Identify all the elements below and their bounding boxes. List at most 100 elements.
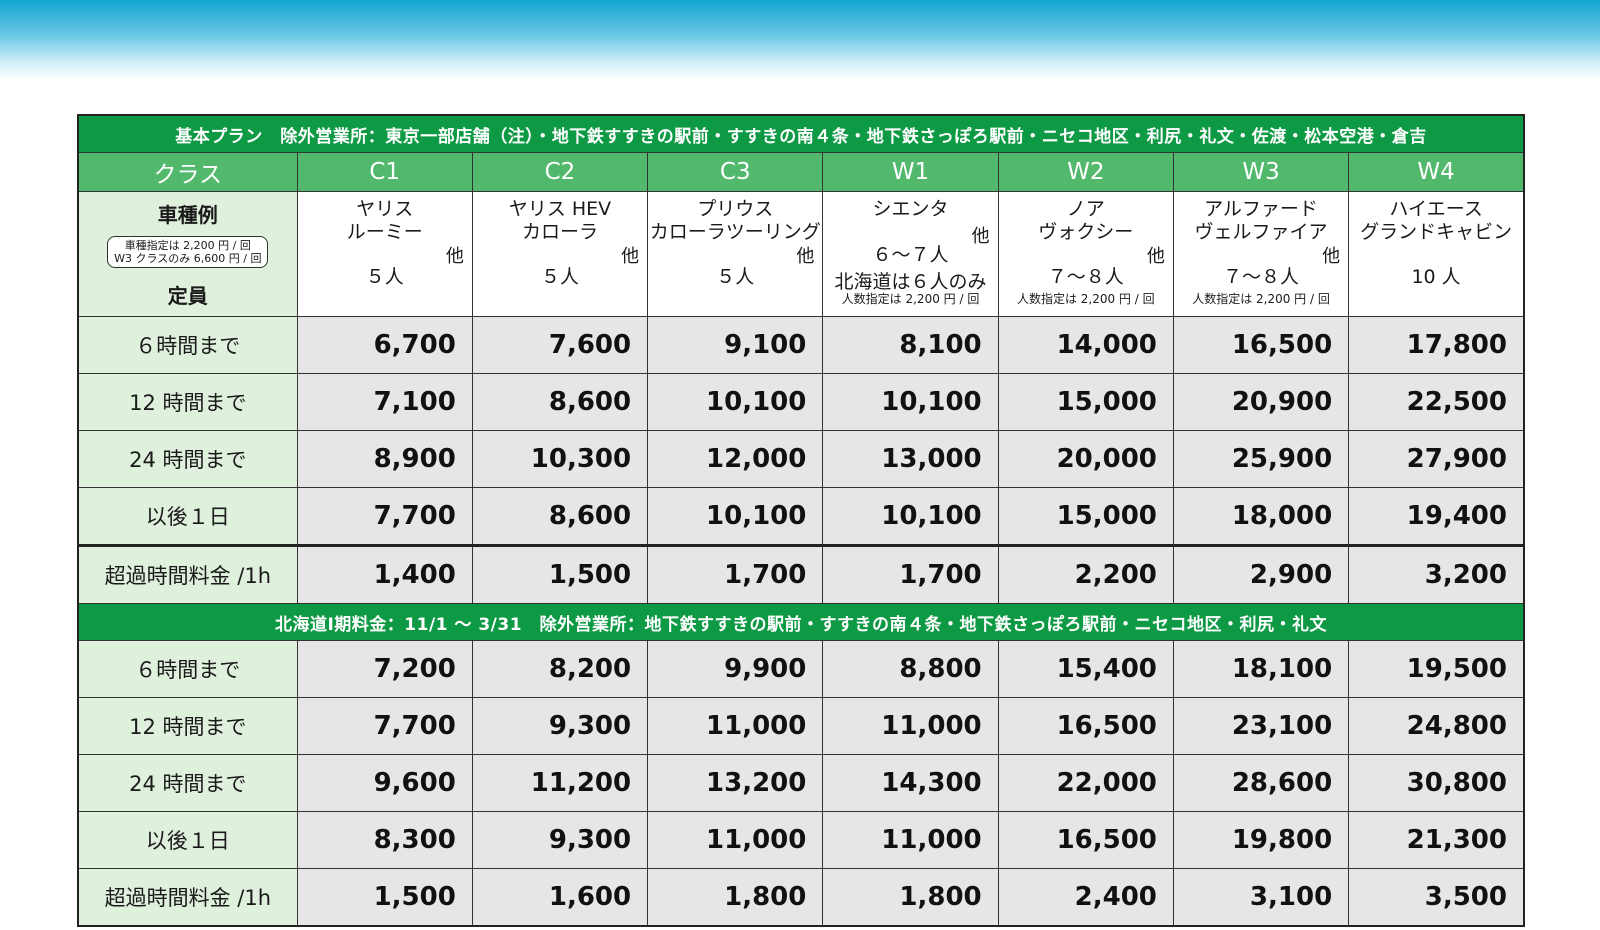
- price-cell: 18,100: [1172, 640, 1350, 698]
- price-cell: 3,100: [1172, 868, 1350, 927]
- price-cell: 1,400: [296, 544, 473, 604]
- price-cell: 11,200: [471, 754, 649, 812]
- class-w4: W4: [1348, 152, 1525, 192]
- price-cell: 9,100: [647, 316, 824, 374]
- vehicle-model: ハイエース: [1389, 198, 1483, 220]
- price-cell: 18,000: [1172, 487, 1350, 546]
- price-cell: 16,500: [1172, 316, 1350, 374]
- duration-label: 12 時間まで: [77, 697, 298, 755]
- price-cell: 14,000: [997, 316, 1174, 374]
- price-cell: 8,200: [471, 640, 649, 698]
- price-cell: 14,300: [822, 754, 999, 812]
- vehicle-capacity: ７～８人: [1223, 266, 1300, 288]
- price-cell: 7,200: [296, 640, 473, 698]
- table-row: 以後１日 7,700 8,600 10,100 10,100 15,000 18,000 19…: [77, 487, 1525, 546]
- duration-label: ６時間まで: [77, 640, 298, 698]
- table-row: 12 時間まで 7,100 8,600 10,100 10,100 15,000 20,90…: [77, 373, 1525, 431]
- price-cell: 19,800: [1172, 811, 1350, 869]
- vehicle-other-mark: 他: [1322, 246, 1341, 267]
- price-cell: 20,000: [997, 430, 1174, 488]
- price-cell: 11,000: [822, 697, 999, 755]
- price-cell: 20,900: [1172, 373, 1350, 431]
- price-cell: 8,900: [296, 430, 473, 488]
- price-cell: 15,400: [997, 640, 1174, 698]
- vehicle-model: グランドキャビン: [1360, 221, 1513, 243]
- price-cell: 21,300: [1348, 811, 1525, 869]
- duration-label: 24 時間まで: [77, 754, 298, 812]
- price-cell: 24,800: [1348, 697, 1525, 755]
- price-cell: 1,500: [296, 868, 473, 927]
- vehicle-other-mark: 他: [621, 246, 640, 267]
- price-cell: 7,600: [471, 316, 649, 374]
- table-row: ６時間まで 6,700 7,600 9,100 8,100 14,000 16,500 17,…: [77, 316, 1525, 374]
- vehicle-model: アルファード: [1204, 198, 1318, 220]
- price-cell: 7,100: [296, 373, 473, 431]
- price-cell: 11,000: [647, 811, 824, 869]
- vehicle-other-mark: 他: [1146, 246, 1165, 267]
- price-cell: 13,000: [822, 430, 999, 488]
- vehicle-cell-w3: アルファード ヴェルファイア 他 ７～８人 人数指定は 2,200 円 / 回: [1172, 191, 1350, 317]
- price-cell: 2,400: [997, 868, 1174, 927]
- capacity-designation-note: 人数指定は 2,200 円 / 回: [1016, 292, 1155, 306]
- vehicle-model: カローラ: [521, 221, 598, 243]
- vehicle-other-mark: 他: [796, 246, 815, 267]
- duration-label: 24 時間まで: [77, 430, 298, 488]
- price-cell: 11,000: [647, 697, 824, 755]
- price-cell: 23,100: [1172, 697, 1350, 755]
- duration-label: 以後１日: [77, 487, 298, 546]
- vehicle-example-row: 車種例 車種指定は 2,200 円 / 回 W3 クラスのみ 6,600 円 /…: [77, 191, 1525, 317]
- vehicle-capacity: ５人: [540, 266, 579, 288]
- price-cell: 16,500: [997, 811, 1174, 869]
- table-row: 24 時間まで 9,600 11,200 13,200 14,300 22,000 28,6…: [77, 754, 1525, 812]
- class-c2: C2: [471, 152, 649, 192]
- vehicle-cell-c3: プリウス カローラツーリング 他 ５人: [647, 191, 824, 317]
- price-cell: 19,500: [1348, 640, 1525, 698]
- vehicle-capacity: ５人: [716, 266, 755, 288]
- vehicle-capacity: ６～７人: [872, 244, 949, 266]
- table-row: 超過時間料金 /1h 1,400 1,500 1,700 1,700 2,200 2,900…: [77, 544, 1525, 604]
- basic-price-rows: ６時間まで 6,700 7,600 9,100 8,100 14,000 16,500 17,…: [77, 316, 1525, 604]
- price-cell: 8,100: [822, 316, 999, 374]
- price-cell: 8,600: [471, 487, 649, 546]
- table-row: 超過時間料金 /1h 1,500 1,600 1,800 1,800 2,400 3,100…: [77, 868, 1525, 927]
- price-cell: 7,700: [296, 487, 473, 546]
- price-cell: 8,600: [471, 373, 649, 431]
- price-cell: 28,600: [1172, 754, 1350, 812]
- price-cell: 27,900: [1348, 430, 1525, 488]
- price-cell: 3,200: [1348, 544, 1525, 604]
- price-cell: 2,900: [1172, 544, 1350, 604]
- vehicle-cell-w4: ハイエース グランドキャビン 10 人: [1348, 191, 1525, 317]
- vehicle-cell-w1: シエンタ 他 ６～７人 北海道は６人のみ 人数指定は 2,200 円 / 回: [822, 191, 999, 317]
- vehicle-model: ルーミー: [346, 221, 423, 243]
- class-c3: C3: [647, 152, 824, 192]
- vehicle-other-mark: 他: [445, 246, 464, 267]
- price-cell: 15,000: [997, 487, 1174, 546]
- price-cell: 9,300: [471, 697, 649, 755]
- vehicle-model: ヤリス: [356, 198, 414, 220]
- capacity-label: 定員: [167, 284, 208, 308]
- vehicle-capacity: ５人: [365, 266, 404, 288]
- table-row: 12 時間まで 7,700 9,300 11,000 11,000 16,500 23,10…: [77, 697, 1525, 755]
- price-cell: 8,300: [296, 811, 473, 869]
- price-cell: 10,100: [647, 373, 824, 431]
- vehicle-designation-note-2: W3 クラスのみ 6,600 円 / 回: [114, 252, 262, 265]
- price-cell: 7,700: [296, 697, 473, 755]
- vehicle-cell-w2: ノア ヴォクシー 他 ７～８人 人数指定は 2,200 円 / 回: [997, 191, 1174, 317]
- vehicle-example-label: 車種例: [157, 203, 218, 227]
- price-cell: 1,600: [471, 868, 649, 927]
- class-w1: W1: [822, 152, 999, 192]
- price-cell: 3,500: [1348, 868, 1525, 927]
- price-cell: 1,700: [822, 544, 999, 604]
- duration-label: 以後１日: [77, 811, 298, 869]
- table-row: 24 時間まで 8,900 10,300 12,000 13,000 20,000 25,9…: [77, 430, 1525, 488]
- duration-label: 超過時間料金 /1h: [77, 544, 298, 604]
- capacity-designation-note: 人数指定は 2,200 円 / 回: [841, 292, 980, 306]
- vehicle-designation-note: 車種指定は 2,200 円 / 回 W3 クラスのみ 6,600 円 / 回: [107, 236, 269, 268]
- duration-label: 超過時間料金 /1h: [77, 868, 298, 927]
- price-cell: 9,600: [296, 754, 473, 812]
- price-cell: 8,800: [822, 640, 999, 698]
- price-cell: 15,000: [997, 373, 1174, 431]
- vehicle-cell-c2: ヤリス HEV カローラ 他 ５人: [471, 191, 649, 317]
- price-cell: 10,100: [822, 487, 999, 546]
- price-cell: 1,800: [647, 868, 824, 927]
